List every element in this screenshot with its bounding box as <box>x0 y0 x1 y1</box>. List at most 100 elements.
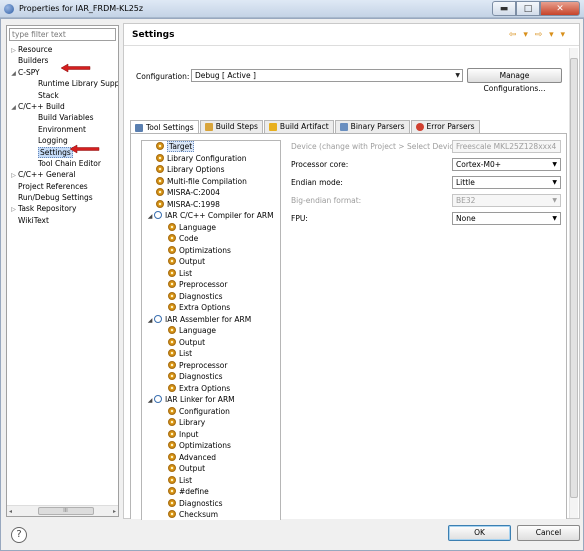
sidebar-item-c-c-general[interactable]: ▷ C/C++ General <box>7 169 118 180</box>
property-field: Freescale MKL25Z128xxx4 <box>452 140 561 153</box>
configuration-select[interactable]: Debug [ Active ] ▼ <box>191 69 463 82</box>
sidebar-item-logging[interactable]: Logging <box>7 135 118 146</box>
tree-node-input[interactable]: Input <box>142 429 280 441</box>
settings-page-icon <box>168 464 176 472</box>
tree-node-label: IAR Linker for ARM <box>165 395 235 404</box>
tree-node-library-options[interactable]: Library Options <box>142 164 280 176</box>
settings-page-icon <box>168 475 176 484</box>
tree-node-label: Checksum <box>179 510 219 519</box>
tool-group-icon <box>154 211 162 219</box>
tab-build-steps[interactable]: Build Steps <box>199 120 263 133</box>
ok-button[interactable]: OK <box>448 525 511 541</box>
tree-node-iar-c-c-compiler-for-arm[interactable]: ◢ IAR C/C++ Compiler for ARM <box>142 210 280 222</box>
cancel-button[interactable]: Cancel <box>517 525 580 541</box>
tree-node-extra-options[interactable]: Extra Options <box>142 383 280 395</box>
tree-node-label: Output <box>179 337 206 347</box>
category-panel: type filter text ▷ Resource Builders ◢ C-SPY… <box>6 25 119 517</box>
tree-node-advanced[interactable]: Advanced <box>142 452 280 464</box>
tree-node-output[interactable]: Output <box>142 256 280 268</box>
tree-node-iar-assembler-for-arm[interactable]: ◢ IAR Assembler for ARM <box>142 314 280 326</box>
sidebar-item-label: Project References <box>18 181 88 191</box>
tree-node-output[interactable]: Output <box>142 337 280 349</box>
close-button[interactable]: ✕ <box>540 1 580 16</box>
tree-node-target[interactable]: Target <box>142 141 280 153</box>
tree-node-multi-file-compilation[interactable]: Multi-file Compilation <box>142 176 280 188</box>
minimize-button[interactable]: ▬ <box>492 1 516 16</box>
tree-node-diagnostics[interactable]: Diagnostics <box>142 291 280 303</box>
sidebar-item-runtime-library-suppor[interactable]: Runtime Library Suppor <box>7 78 118 89</box>
page-title: Settings <box>132 30 175 40</box>
collapse-icon[interactable]: ◢ <box>9 68 18 78</box>
sidebar-item-wikitext[interactable]: WikiText <box>7 215 118 226</box>
history-nav-icon[interactable]: ⇦ ▾ ⇨ ▾ ▾ <box>509 30 567 40</box>
settings-page-icon <box>168 498 176 507</box>
vertical-scrollbar[interactable] <box>569 48 578 518</box>
tree-node-preprocessor[interactable]: Preprocessor <box>142 279 280 291</box>
collapse-icon[interactable]: ◢ <box>9 102 18 112</box>
expand-icon[interactable]: ▷ <box>9 170 18 180</box>
sidebar-item-settings[interactable]: Settings <box>7 146 118 158</box>
tree-node-configuration[interactable]: Configuration <box>142 406 280 418</box>
scroll-left-icon[interactable]: ◂ <box>9 508 12 515</box>
filter-input[interactable]: type filter text <box>9 28 116 41</box>
sidebar-item-label: Run/Debug Settings <box>18 193 93 203</box>
scroll-thumb[interactable]: III <box>37 507 94 515</box>
manage-configurations-button[interactable]: Manage Configurations... <box>467 68 562 93</box>
horizontal-scrollbar[interactable]: ◂ III ▸ <box>7 505 118 516</box>
tree-node-optimizations[interactable]: Optimizations <box>142 440 280 452</box>
tree-node-library-configuration[interactable]: Library Configuration <box>142 153 280 165</box>
sidebar-item-c-c-build[interactable]: ◢ C/C++ Build <box>7 101 118 112</box>
expand-icon[interactable]: ▷ <box>9 45 18 55</box>
tree-node-diagnostics[interactable]: Diagnostics <box>142 371 280 383</box>
title-bar: Properties for IAR_FRDM-KL25z ▬ □ ✕ <box>0 0 584 18</box>
sidebar-item-tool-chain-editor[interactable]: Tool Chain Editor <box>7 158 118 169</box>
sidebar-item-label: Tool Chain Editor <box>38 158 101 168</box>
tab-binary-parsers[interactable]: Binary Parsers <box>334 120 410 133</box>
property-select[interactable]: None ▼ <box>452 212 561 225</box>
sidebar-item-project-references[interactable]: Project References <box>7 181 118 192</box>
tree-node-language[interactable]: Language <box>142 222 280 234</box>
sidebar-item-build-variables[interactable]: Build Variables <box>7 112 118 123</box>
sidebar-item-run-debug-settings[interactable]: Run/Debug Settings <box>7 192 118 203</box>
tree-node-preprocessor[interactable]: Preprocessor <box>142 360 280 372</box>
maximize-button[interactable]: □ <box>516 1 540 16</box>
chevron-down-icon: ▼ <box>552 161 557 168</box>
sidebar-item-stack[interactable]: Stack <box>7 90 118 101</box>
tree-node-optimizations[interactable]: Optimizations <box>142 245 280 257</box>
tab-build-artifact[interactable]: Build Artifact <box>263 120 334 133</box>
tab-error-parsers[interactable]: Error Parsers <box>410 120 480 133</box>
tree-node-list[interactable]: List <box>142 348 280 360</box>
tab-label: Build Artifact <box>279 122 329 131</box>
scroll-right-icon[interactable]: ▸ <box>113 508 116 515</box>
tree-node-library[interactable]: Library <box>142 417 280 429</box>
tree-node-misra-c-2004[interactable]: MISRA-C:2004 <box>142 187 280 199</box>
sidebar-item-environment[interactable]: Environment <box>7 124 118 135</box>
tree-node-misra-c-1998[interactable]: MISRA-C:1998 <box>142 199 280 211</box>
expand-icon[interactable]: ▷ <box>9 204 18 214</box>
sidebar-item-task-repository[interactable]: ▷ Task Repository <box>7 203 118 214</box>
property-select[interactable]: Cortex-M0+ ▼ <box>452 158 561 171</box>
tree-node-language[interactable]: Language <box>142 325 280 337</box>
property-label-device-change-with-proje: Device (change with Project > Select Dev… <box>291 142 469 151</box>
tree-node-output[interactable]: Output <box>142 463 280 475</box>
tree-node-define[interactable]: #define <box>142 486 280 498</box>
tree-node-label: Output <box>179 257 206 266</box>
property-select[interactable]: Little ▼ <box>452 176 561 189</box>
settings-page-icon <box>168 406 176 415</box>
tab-tool-settings[interactable]: Tool Settings <box>130 120 199 134</box>
tree-node-list[interactable]: List <box>142 475 280 487</box>
tree-node-diagnostics[interactable]: Diagnostics <box>142 498 280 510</box>
tree-node-extra-options[interactable]: Extra Options <box>142 302 280 314</box>
settings-page-icon <box>168 234 176 242</box>
window-title: Properties for IAR_FRDM-KL25z <box>19 4 144 13</box>
configuration-value: Debug [ Active ] <box>195 71 256 80</box>
property-label-endian-mode: Endian mode: <box>291 178 343 187</box>
tree-node-iar-linker-for-arm[interactable]: ◢ IAR Linker for ARM <box>142 394 280 406</box>
help-icon[interactable]: ? <box>11 527 27 543</box>
sidebar-item-resource[interactable]: ▷ Resource <box>7 44 118 55</box>
tree-node-list[interactable]: List <box>142 268 280 280</box>
scroll-thumb[interactable] <box>570 58 578 498</box>
chevron-down-icon: ▼ <box>552 179 557 186</box>
tree-node-code[interactable]: Code <box>142 233 280 245</box>
tree-node-label: Code <box>179 234 199 243</box>
